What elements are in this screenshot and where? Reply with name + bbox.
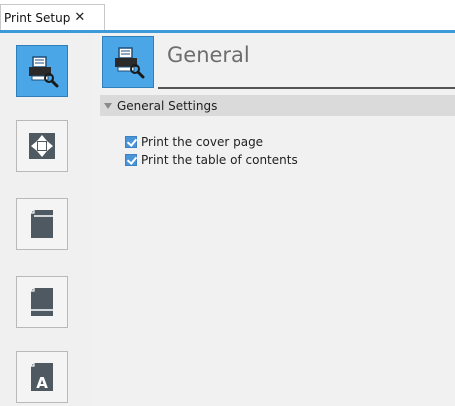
header-divider: [158, 87, 455, 89]
page-title: General: [167, 43, 250, 67]
header-icon-box: [102, 36, 154, 88]
section-title: General Settings: [117, 98, 218, 113]
panel-header: General: [92, 33, 455, 89]
sidebar-item-layout[interactable]: [16, 120, 68, 172]
close-icon[interactable]: ✕: [74, 11, 85, 24]
option-table-of-contents[interactable]: Print the table of contents: [125, 152, 298, 168]
page-header-icon: [31, 210, 53, 238]
sidebar-item-general[interactable]: [16, 45, 68, 97]
printer-settings-icon: [29, 56, 59, 88]
option-cover-page[interactable]: Print the cover page: [125, 134, 263, 150]
tab-print-setup[interactable]: Print Setup ✕: [0, 4, 105, 30]
collapse-triangle-icon[interactable]: [104, 102, 112, 109]
sidebar-item-footer[interactable]: [16, 276, 68, 328]
section-header-general-settings[interactable]: General Settings: [100, 95, 455, 116]
page-footer-icon: [31, 288, 53, 316]
settings-panel: General General Settings Print the cover…: [92, 33, 455, 406]
tab-label: Print Setup: [4, 10, 71, 25]
sidebar-item-header[interactable]: [16, 198, 68, 250]
printer-settings-icon: [115, 47, 145, 79]
font-glyph: A: [36, 374, 48, 392]
tab-strip: Print Setup ✕: [0, 0, 455, 33]
sidebar-item-font[interactable]: A: [16, 351, 68, 403]
page-font-icon: A: [31, 363, 53, 392]
cover-page-checkbox[interactable]: [125, 136, 137, 148]
option-label: Print the table of contents: [141, 153, 298, 167]
sidebar: A: [0, 33, 92, 406]
table-of-contents-checkbox[interactable]: [125, 154, 137, 166]
option-label: Print the cover page: [141, 135, 264, 149]
move-arrows-icon: [29, 133, 55, 159]
